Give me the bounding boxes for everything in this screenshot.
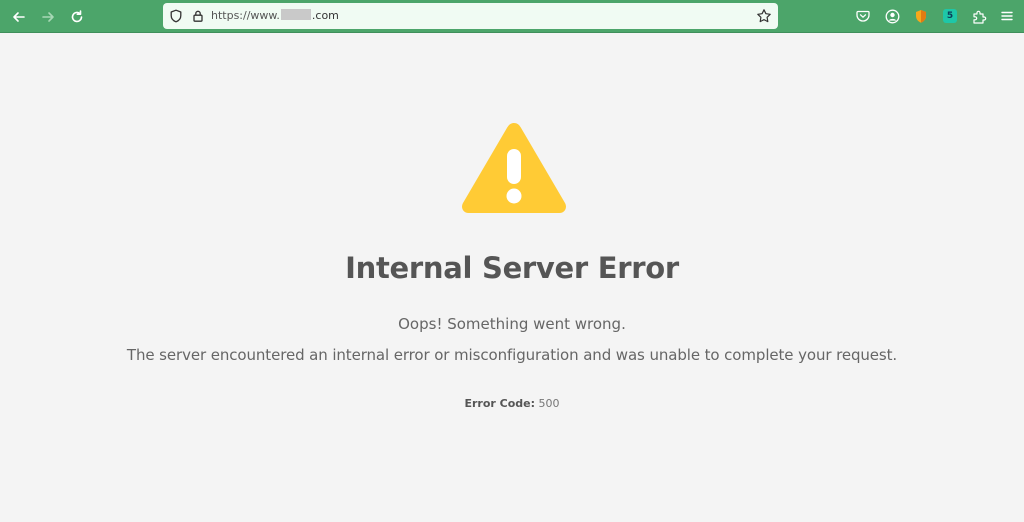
pocket-button[interactable] <box>854 7 872 25</box>
url-text[interactable]: https://www. .com <box>211 8 339 24</box>
extensions-button[interactable] <box>970 7 988 25</box>
back-button[interactable] <box>8 6 30 28</box>
error-title: Internal Server Error <box>345 251 679 285</box>
url-suffix: .com <box>311 9 339 22</box>
shield-icon[interactable] <box>169 9 183 23</box>
extension-shield-button[interactable] <box>912 7 930 25</box>
account-button[interactable] <box>883 7 901 25</box>
error-subtitle: Oops! Something went wrong. <box>398 315 626 333</box>
error-code-value: 500 <box>538 397 560 410</box>
forward-button[interactable] <box>37 6 59 28</box>
lock-icon[interactable] <box>191 9 205 23</box>
error-code: Error Code: 500 <box>0 397 1024 410</box>
extension-badge-icon: 5 <box>943 9 957 23</box>
back-arrow-icon <box>13 12 25 22</box>
app-menu-button[interactable] <box>998 7 1016 25</box>
extension-badge-button[interactable]: 5 <box>941 7 959 25</box>
url-prefix: https://www. <box>211 9 280 22</box>
hamburger-menu-icon <box>1001 11 1013 21</box>
warning-triangle-icon <box>462 123 566 213</box>
error-description: The server encountered an internal error… <box>126 346 898 364</box>
error-page: Internal Server Error Oops! Something we… <box>0 33 1024 522</box>
address-bar[interactable]: https://www. .com <box>163 3 778 29</box>
forward-arrow-icon <box>42 12 54 22</box>
pocket-icon <box>856 10 870 22</box>
url-redacted-domain <box>280 9 311 20</box>
puzzle-icon <box>972 10 986 24</box>
browser-toolbar: https://www. .com 5 <box>0 0 1024 33</box>
error-code-label: Error Code: <box>464 397 536 410</box>
account-icon <box>885 9 899 23</box>
star-icon[interactable] <box>756 8 772 24</box>
extension-shield-icon <box>916 9 926 23</box>
reload-button[interactable] <box>66 6 88 28</box>
reload-icon <box>71 10 83 23</box>
